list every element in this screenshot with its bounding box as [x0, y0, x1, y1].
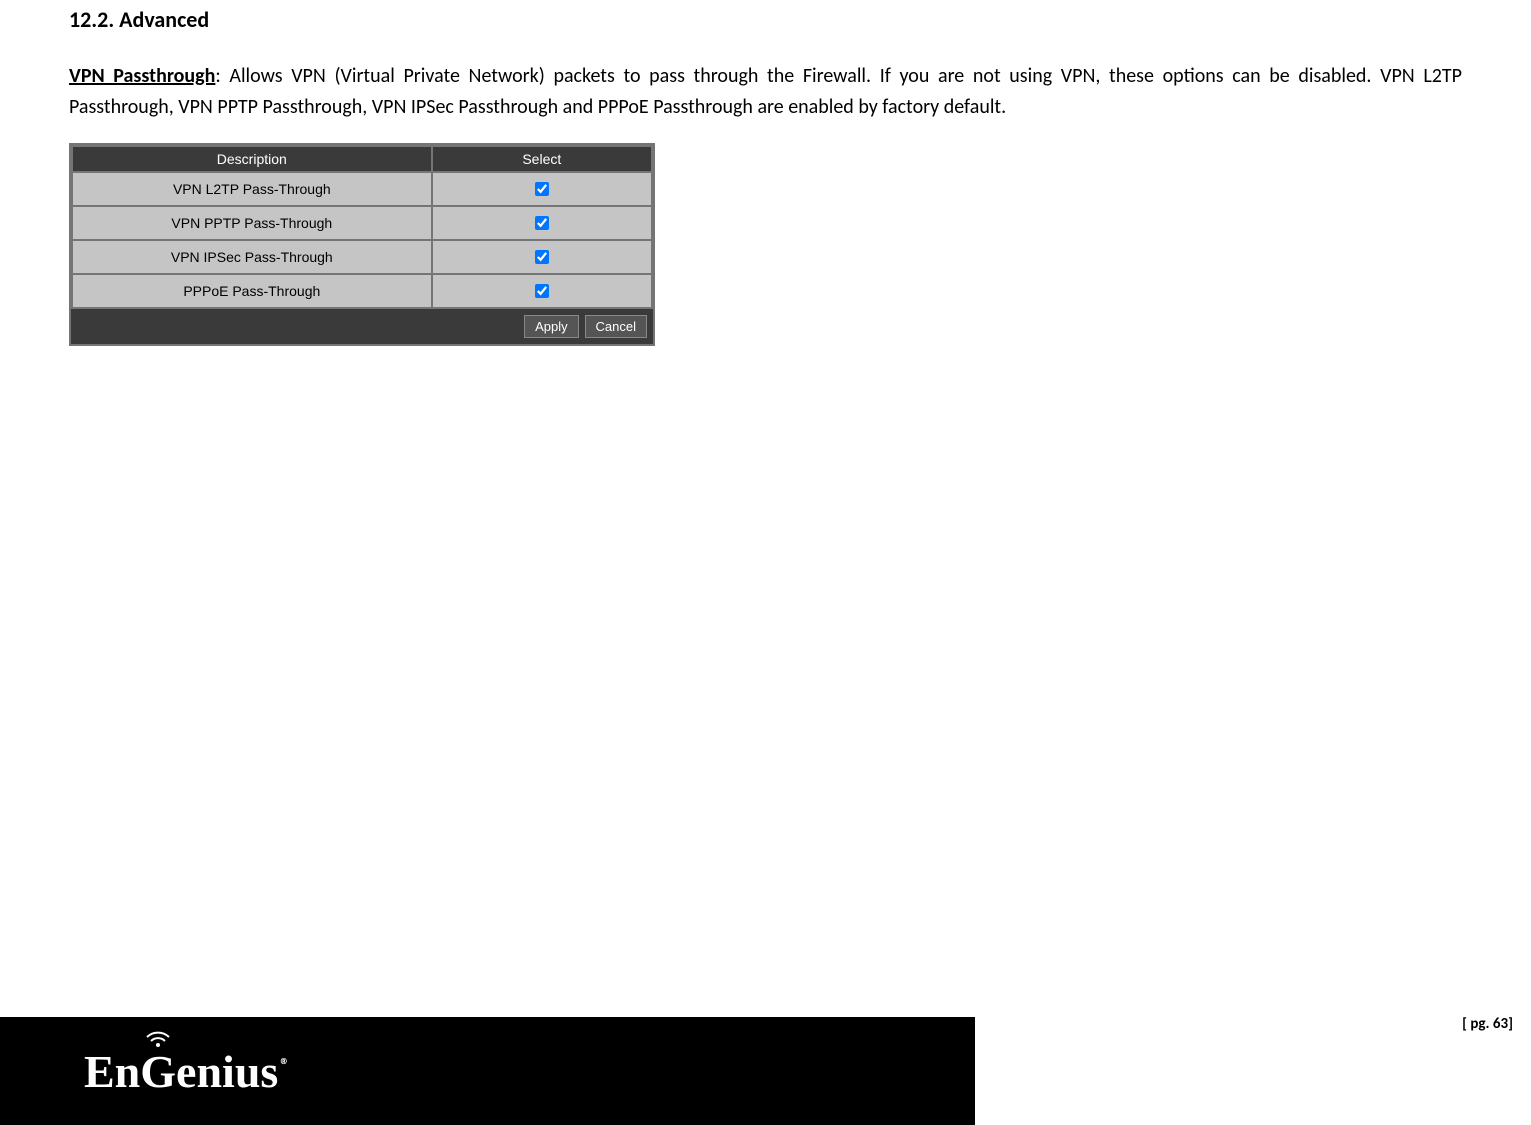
row-checkbox-ipsec[interactable]: [535, 250, 549, 264]
footer-bar: EnGenius®: [0, 1017, 975, 1125]
table-row: VPN PPTP Pass-Through: [72, 206, 652, 240]
panel-footer: Apply Cancel: [71, 309, 653, 344]
col-select: Select: [432, 146, 652, 172]
table-row: VPN L2TP Pass-Through: [72, 172, 652, 206]
cancel-button[interactable]: Cancel: [585, 315, 647, 338]
row-description: VPN IPSec Pass-Through: [72, 240, 432, 274]
wifi-icon: [143, 1029, 173, 1049]
row-checkbox-pppoe[interactable]: [535, 284, 549, 298]
col-description: Description: [72, 146, 432, 172]
registered-icon: ®: [280, 1054, 289, 1076]
table-row: VPN IPSec Pass-Through: [72, 240, 652, 274]
apply-button[interactable]: Apply: [524, 315, 579, 338]
row-description: VPN L2TP Pass-Through: [72, 172, 432, 206]
table-row: PPPoE Pass-Through: [72, 274, 652, 308]
row-description: PPPoE Pass-Through: [72, 274, 432, 308]
row-checkbox-pptp[interactable]: [535, 216, 549, 230]
page-number: [ pg. 63]: [1462, 1015, 1513, 1033]
section-title: 12.2. Advanced: [69, 6, 1462, 33]
engenius-logo: EnGenius®: [84, 1045, 289, 1098]
paragraph-lead: VPN Passthrough: [69, 64, 215, 88]
passthrough-panel: Description Select VPN L2TP Pass-Through…: [69, 143, 655, 346]
passthrough-table: Description Select VPN L2TP Pass-Through…: [71, 145, 653, 309]
row-description: VPN PPTP Pass-Through: [72, 206, 432, 240]
row-checkbox-l2tp[interactable]: [535, 182, 549, 196]
vpn-passthrough-paragraph: VPN Passthrough: Allows VPN (Virtual Pri…: [69, 61, 1462, 123]
paragraph-rest: : Allows VPN (Virtual Private Network) p…: [69, 64, 1462, 119]
